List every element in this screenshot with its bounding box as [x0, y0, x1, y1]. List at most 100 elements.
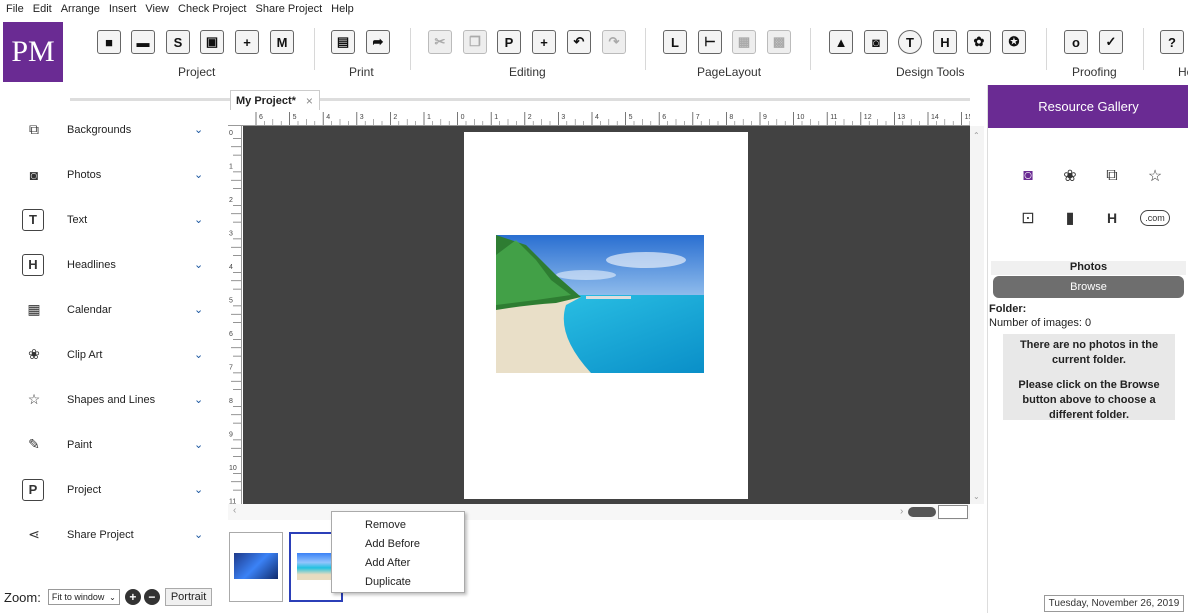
chevron-down-icon[interactable]: ⌄ [194, 213, 203, 226]
close-icon[interactable]: × [306, 94, 313, 108]
project-page[interactable] [464, 132, 748, 499]
sidebar-item-share-project[interactable]: ⋖ Share Project ⌄ [0, 512, 222, 557]
shapes-gallery-icon[interactable]: ☆ [1142, 163, 1168, 189]
menu-share-project[interactable]: Share Project [256, 3, 323, 15]
toolbar-separator [645, 28, 646, 70]
chevron-down-icon[interactable]: ⌄ [194, 303, 203, 316]
ruler-label: 2 [229, 197, 233, 204]
page-thumbnail-1[interactable] [229, 532, 283, 602]
menu-view[interactable]: View [145, 3, 169, 15]
menu-edit[interactable]: Edit [33, 3, 52, 15]
menu-check-project[interactable]: Check Project [178, 3, 246, 15]
sidebar-item-project[interactable]: P Project ⌄ [0, 467, 222, 512]
clipart-gallery-icon[interactable]: ❀ [1057, 163, 1083, 189]
save-as-icon[interactable]: ▣ [200, 30, 224, 54]
headline-tool-icon[interactable]: H [933, 30, 957, 54]
app-logo: PM [3, 22, 63, 82]
undo-icon[interactable]: ↶ [567, 30, 591, 54]
sidebar-item-headlines[interactable]: H Headlines ⌄ [0, 242, 222, 287]
page-bg-icon[interactable]: ▩ [767, 30, 791, 54]
toolbar-separator [810, 28, 811, 70]
beach-photo[interactable] [496, 235, 704, 373]
zoom-slider[interactable] [908, 507, 936, 517]
browse-button[interactable]: Browse [993, 276, 1184, 298]
menu-insert[interactable]: Insert [109, 3, 137, 15]
chevron-down-icon[interactable]: ⌄ [194, 258, 203, 271]
sidebar-item-photos[interactable]: ◙ Photos ⌄ [0, 152, 222, 197]
ruler-label: 4 [229, 264, 233, 271]
layout-icon[interactable]: L [663, 30, 687, 54]
new-project-icon[interactable]: ■ [97, 30, 121, 54]
chevron-down-icon[interactable]: ⌄ [194, 348, 203, 361]
ruler-label: 2 [528, 114, 532, 121]
vertical-scrollbar[interactable]: ⌃ ⌄ [970, 126, 984, 504]
save-icon[interactable]: S [166, 30, 190, 54]
tab-my-project[interactable]: My Project* × [230, 90, 320, 110]
sidebar-item-backgrounds[interactable]: ⧉ Backgrounds ⌄ [0, 107, 222, 152]
photos-gallery-icon[interactable]: ◙ [1015, 163, 1041, 189]
ruler-label: 3 [229, 231, 233, 238]
chevron-down-icon[interactable]: ⌄ [194, 123, 203, 136]
zoom-select[interactable]: Fit to window ⌄ [47, 589, 120, 605]
sidebar-item-shapes-and-lines[interactable]: ☆ Shapes and Lines ⌄ [0, 377, 222, 422]
chevron-down-icon[interactable]: ⌄ [194, 483, 203, 496]
open-folder-icon[interactable]: ▬ [131, 30, 155, 54]
help-bulb-icon[interactable]: ? [1160, 30, 1184, 54]
print-icon[interactable]: ▤ [331, 30, 355, 54]
grid-icon[interactable]: ▦ [732, 30, 756, 54]
chevron-down-icon[interactable]: ⌄ [194, 438, 203, 451]
copy-icon[interactable]: ❐ [463, 30, 487, 54]
menu-help[interactable]: Help [331, 3, 354, 15]
menu-item-remove[interactable]: Remove [332, 515, 464, 534]
sidebar-item-clip-art[interactable]: ❀ Clip Art ⌄ [0, 332, 222, 377]
manage-icon[interactable]: M [270, 30, 294, 54]
flower-icon[interactable]: ✿ [967, 30, 991, 54]
cut-icon[interactable]: ✂ [428, 30, 452, 54]
layouts-gallery-icon[interactable]: ⊡ [1015, 205, 1041, 231]
add-page-icon[interactable]: + [235, 30, 259, 54]
columns-gallery-icon[interactable]: ▮ [1057, 205, 1083, 231]
menu-item-duplicate[interactable]: Duplicate [332, 572, 464, 591]
spellcheck-icon[interactable]: ✓ [1099, 30, 1123, 54]
redo-icon[interactable]: ↷ [602, 30, 626, 54]
scroll-right-icon[interactable]: › [900, 506, 903, 517]
zoom-in-icon[interactable]: + [124, 589, 141, 605]
ruler-label: 7 [229, 365, 233, 372]
proof-icon[interactable]: o [1064, 30, 1088, 54]
chevron-down-icon[interactable]: ⌄ [194, 528, 203, 541]
chevron-down-icon[interactable]: ⌄ [194, 393, 203, 406]
chevron-down-icon[interactable]: ⌄ [194, 168, 203, 181]
menu-item-add-after[interactable]: Add After [332, 553, 464, 572]
star-badge-icon[interactable]: ✪ [1002, 30, 1026, 54]
columns-icon[interactable]: ⊢ [698, 30, 722, 54]
scroll-up-icon[interactable]: ⌃ [973, 131, 980, 140]
lotus-icon: ❀ [28, 346, 40, 362]
star-icon: ☆ [27, 391, 41, 407]
toolbar-group-help: He [1178, 65, 1188, 79]
sidebar-item-calendar[interactable]: ▦ Calendar ⌄ [0, 287, 222, 332]
image-icon[interactable]: ▲ [829, 30, 853, 54]
zoom-out-icon[interactable]: − [143, 589, 160, 605]
export-icon[interactable]: ➦ [366, 30, 390, 54]
insert-icon[interactable]: + [532, 30, 556, 54]
menu-file[interactable]: File [6, 3, 24, 15]
portrait-button[interactable]: Portrait [164, 588, 213, 606]
text-tool-icon[interactable]: T [898, 30, 922, 54]
paste-icon[interactable]: P [497, 30, 521, 54]
camera-icon[interactable]: ◙ [864, 30, 888, 54]
headlines-gallery-icon[interactable]: H [1099, 205, 1125, 231]
scroll-down-icon[interactable]: ⌄ [973, 492, 980, 501]
text-icon: T [22, 208, 44, 231]
scroll-left-icon[interactable]: ‹ [233, 505, 236, 516]
sidebar-item-text[interactable]: T Text ⌄ [0, 197, 222, 242]
chevron-down-icon: ⌄ [109, 592, 116, 602]
menu-arrange[interactable]: Arrange [61, 3, 100, 15]
sidebar-item-paint[interactable]: ✎ Paint ⌄ [0, 422, 222, 467]
ruler-label: 3 [360, 114, 364, 121]
ruler-label: 1 [427, 114, 431, 121]
page-nav-box[interactable] [938, 505, 968, 519]
design-canvas[interactable] [243, 126, 970, 504]
backgrounds-gallery-icon[interactable]: ⧉ [1099, 163, 1125, 189]
menu-item-add-before[interactable]: Add Before [332, 534, 464, 553]
web-cloud-icon[interactable]: .com [1138, 205, 1172, 231]
